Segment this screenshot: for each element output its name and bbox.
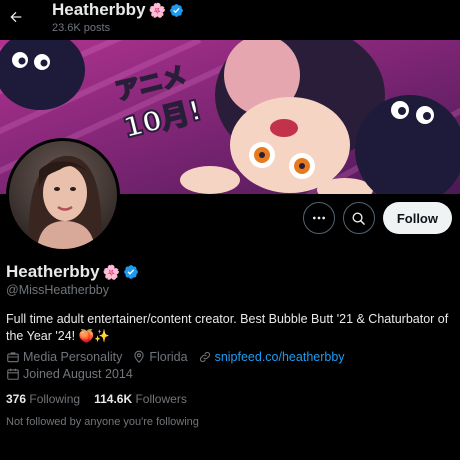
- followers-count: 114.6K: [94, 392, 133, 406]
- top-bar: Heatherbby 🌸 23.6K posts: [0, 0, 460, 40]
- top-display-name: Heatherbby 🌸: [52, 0, 184, 20]
- profile-handle: @MissHeatherbby: [6, 283, 110, 297]
- profile-meta: Media Personality Florida snipfeed.co/he…: [6, 350, 456, 381]
- meta-website: snipfeed.co/heatherbby: [198, 350, 345, 364]
- flower-emoji: 🌸: [102, 264, 120, 280]
- verified-badge-icon: [170, 3, 183, 17]
- search-icon: [352, 212, 366, 225]
- meta-location: Florida: [132, 350, 188, 364]
- follow-button[interactable]: Follow: [382, 202, 452, 234]
- follow-stats: 376 Following 114.6K Followers: [6, 392, 187, 406]
- briefcase-icon: [7, 352, 19, 363]
- verified-badge-icon[interactable]: [123, 264, 139, 280]
- link-icon: [199, 351, 210, 363]
- top-name-text: Heatherbby: [52, 0, 146, 19]
- meta-category: Media Personality: [6, 350, 122, 364]
- more-button[interactable]: [302, 202, 335, 234]
- website-link[interactable]: snipfeed.co/heatherbby: [215, 350, 345, 364]
- posts-count: 23.6K posts: [52, 22, 111, 34]
- location-pin-icon: [134, 350, 144, 363]
- meta-joined: Joined August 2014: [6, 367, 133, 381]
- arrow-left-icon: [10, 11, 22, 23]
- followers-link[interactable]: 114.6K Followers: [94, 392, 187, 406]
- back-button[interactable]: [6, 7, 26, 27]
- more-dots-icon: [312, 216, 325, 220]
- search-button[interactable]: [342, 202, 375, 234]
- avatar[interactable]: [6, 138, 120, 252]
- display-name-text: Heatherbby: [6, 262, 100, 281]
- following-link[interactable]: 376 Following: [6, 392, 80, 406]
- following-count: 376: [6, 392, 27, 406]
- following-label: Following: [29, 392, 81, 406]
- calendar-icon: [7, 368, 19, 380]
- profile-actions: Follow: [302, 202, 452, 234]
- flower-emoji: 🌸: [148, 2, 166, 18]
- followers-label: Followers: [135, 392, 187, 406]
- location-text: Florida: [149, 350, 188, 364]
- followed-by-text: Not followed by anyone you're following: [6, 416, 199, 428]
- avatar-image: [9, 141, 117, 249]
- category-text: Media Personality: [23, 350, 123, 364]
- profile-display-name: Heatherbby 🌸: [6, 262, 139, 282]
- profile-bio: Full time adult entertainer/content crea…: [6, 312, 449, 343]
- joined-text: Joined August 2014: [23, 367, 133, 381]
